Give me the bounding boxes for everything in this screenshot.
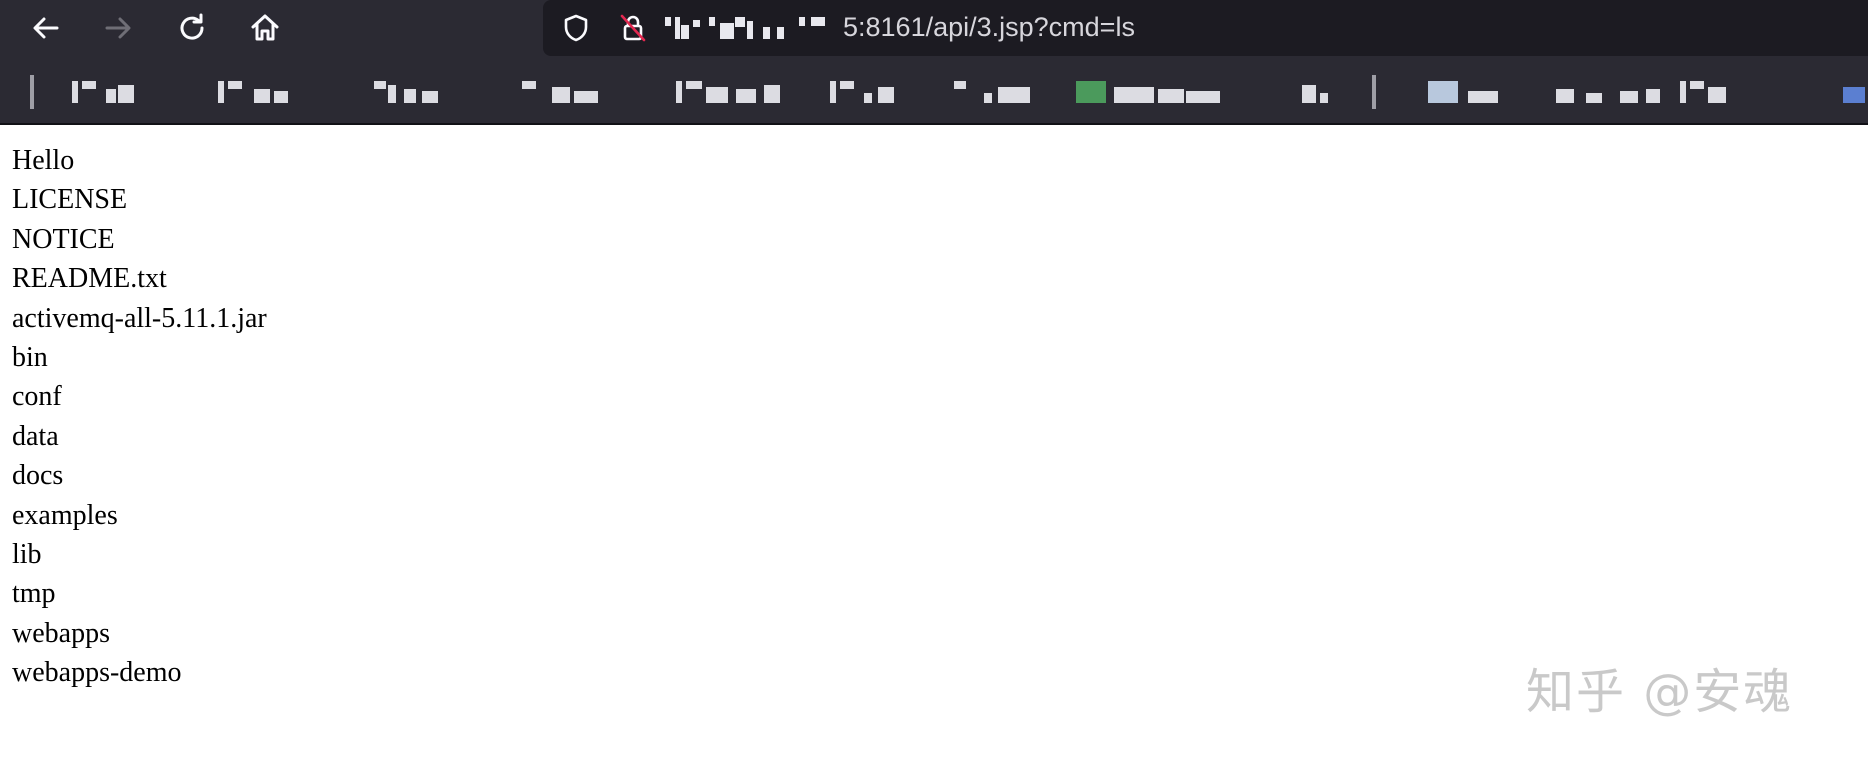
output-line: README.txt [12, 263, 167, 295]
output-line: activemq-all-5.11.1.jar [12, 302, 267, 334]
forward-button[interactable] [96, 6, 140, 50]
output-line: examples [12, 499, 118, 531]
output-line: conf [12, 381, 62, 413]
home-button[interactable] [243, 6, 287, 50]
output-line: NOTICE [12, 223, 115, 255]
reload-icon [180, 13, 204, 40]
bookmark-item[interactable] [522, 81, 622, 103]
home-icon [251, 14, 279, 41]
output-line: Hello [12, 145, 75, 176]
output-line: tmp [12, 578, 56, 610]
address-bar[interactable]: 5:8161/api/3.jsp?cmd=ls [543, 0, 1868, 56]
url-redacted-host [665, 17, 845, 39]
bookmark-item[interactable] [676, 81, 806, 103]
bookmark-item[interactable] [374, 81, 454, 103]
output-line: LICENSE [12, 184, 128, 216]
bookmark-item[interactable] [1302, 81, 1352, 103]
bookmark-item[interactable] [1556, 81, 1726, 103]
bookmarks-separator [30, 75, 34, 109]
zhihu-watermark: 知乎 @安魂 [1526, 664, 1794, 720]
output-line: data [12, 420, 59, 452]
output-line: bin [12, 342, 48, 374]
arrow-left-icon [33, 17, 59, 39]
reload-button[interactable] [170, 6, 214, 50]
bookmark-item[interactable] [1843, 81, 1865, 103]
output-line: docs [12, 460, 64, 492]
arrow-right-icon [105, 17, 131, 39]
bookmarks-toolbar [0, 59, 1868, 125]
bookmarks-separator [1372, 75, 1376, 109]
bookmark-item[interactable] [830, 81, 920, 103]
output-line: webapps [12, 617, 110, 649]
tracking-protection-shield-icon[interactable] [561, 13, 591, 48]
back-button[interactable] [24, 6, 68, 50]
url-text[interactable]: 5:8161/api/3.jsp?cmd=ls [843, 12, 1135, 43]
bookmark-item[interactable] [1428, 81, 1518, 103]
bookmark-item[interactable] [954, 81, 1054, 103]
output-line: lib [12, 539, 42, 571]
insecure-lock-icon[interactable] [617, 12, 649, 49]
browser-window: 5:8161/api/3.jsp?cmd=ls Hello LICENSE NO… [0, 0, 1868, 760]
bookmark-item[interactable] [72, 81, 162, 103]
output-line: webapps-demo [12, 657, 182, 689]
page-content: Hello LICENSE NOTICE README.txt activemq-all… [12, 141, 267, 693]
navigation-toolbar: 5:8161/api/3.jsp?cmd=ls [0, 0, 1868, 59]
bookmark-item[interactable] [1076, 81, 1256, 103]
bookmark-item[interactable] [218, 81, 308, 103]
